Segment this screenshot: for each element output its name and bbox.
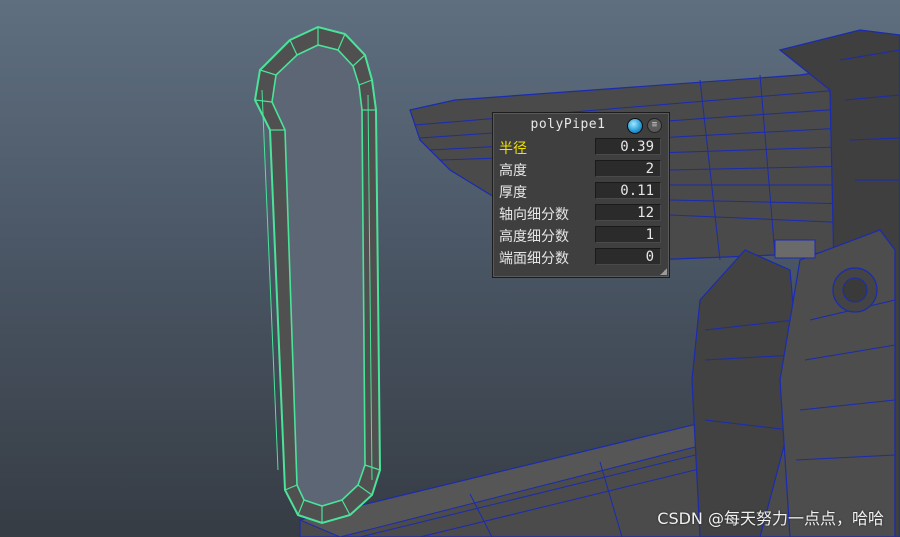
resize-grip-icon[interactable] — [660, 268, 667, 275]
poly-pipe-selected[interactable] — [253, 25, 382, 525]
attr-value-field[interactable]: 0.11 — [595, 182, 661, 199]
attr-value-field[interactable]: 2 — [595, 160, 661, 177]
attr-value-field[interactable]: 0 — [595, 248, 661, 265]
panel-title: polyPipe1 — [530, 117, 606, 132]
attr-row-thickness[interactable]: 厚度 0.11 — [499, 181, 663, 201]
attr-label: 半径 — [499, 141, 527, 157]
attr-row-subdivisions-caps[interactable]: 端面细分数 0 — [499, 247, 663, 267]
attr-label: 厚度 — [499, 185, 527, 201]
watermark: CSDN @每天努力一点点，哈哈 — [657, 509, 884, 528]
viewport-3d[interactable] — [0, 0, 900, 537]
attr-value-field[interactable]: 1 — [595, 226, 661, 243]
attr-value-field[interactable]: 12 — [595, 204, 661, 221]
attr-row-radius[interactable]: 半径 0.39 — [499, 137, 663, 157]
attr-label: 高度 — [499, 163, 527, 179]
attr-value-field[interactable]: 0.39 — [595, 138, 661, 155]
shading-sphere-icon[interactable] — [627, 118, 643, 134]
attr-row-height[interactable]: 高度 2 — [499, 159, 663, 179]
attr-label: 轴向细分数 — [499, 207, 569, 223]
attr-row-subdivisions-axis[interactable]: 轴向细分数 12 — [499, 203, 663, 223]
menu-icon[interactable]: ≡ — [647, 118, 662, 133]
attr-row-subdivisions-height[interactable]: 高度细分数 1 — [499, 225, 663, 245]
attr-label: 端面细分数 — [499, 251, 569, 267]
in-view-editor-panel[interactable]: polyPipe1 ≡ 半径 0.39 高度 2 厚度 0.11 轴向细分数 1… — [492, 112, 670, 278]
attr-label: 高度细分数 — [499, 229, 569, 245]
